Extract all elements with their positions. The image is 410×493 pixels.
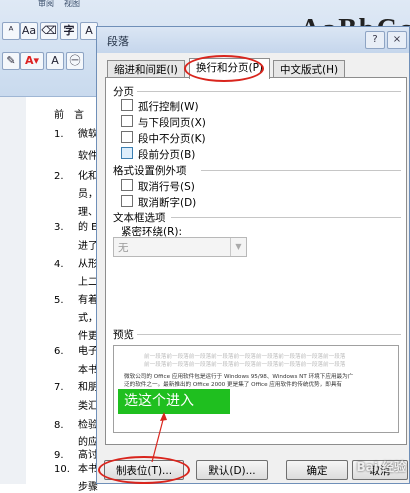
annotation-ellipse-button <box>98 456 190 484</box>
watermark-logo: Bai 经验 <box>356 460 406 474</box>
annotation-ellipse-tab <box>184 55 264 82</box>
